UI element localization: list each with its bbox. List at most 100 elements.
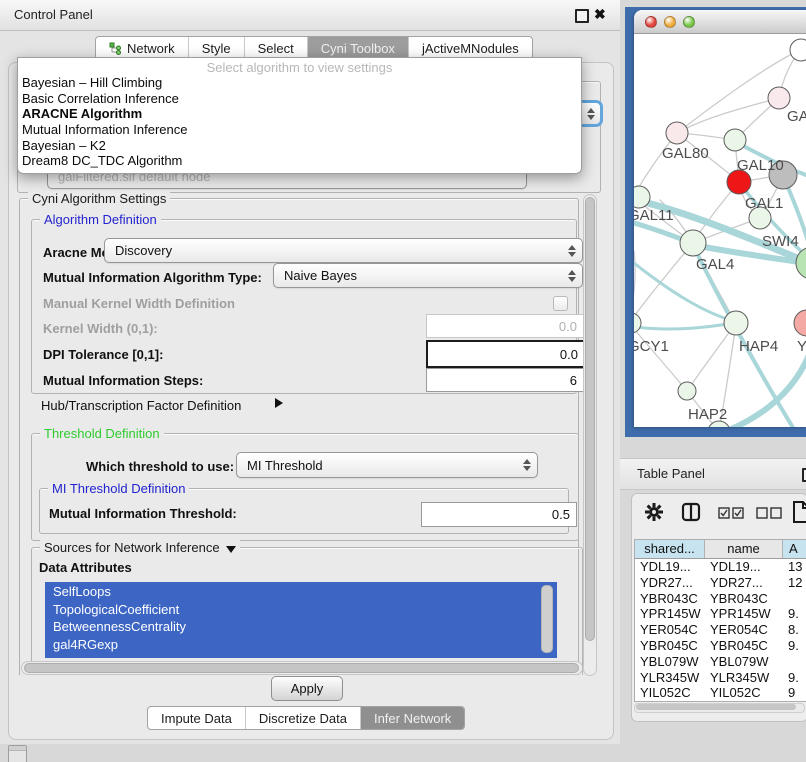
network-edge-highlighted[interactable] — [694, 247, 800, 427]
float-window-icon[interactable] — [802, 468, 806, 482]
column-header-name[interactable]: name — [705, 540, 783, 558]
algorithm-option[interactable]: Dream8 DC_TDC Algorithm — [18, 153, 581, 169]
table-cell[interactable]: 8. — [783, 622, 806, 638]
table-cell[interactable] — [783, 591, 806, 607]
network-node[interactable] — [724, 129, 746, 151]
table-cell[interactable]: YBR043C — [635, 591, 705, 607]
table-cell[interactable]: YBR045C — [635, 638, 705, 654]
table-cell[interactable]: YIL052C — [635, 685, 705, 701]
sources-group-title[interactable]: Sources for Network Inference — [40, 540, 240, 555]
gear-icon[interactable] — [644, 502, 664, 522]
algorithm-option[interactable]: ARACNE Algorithm — [18, 106, 581, 122]
column-header-clipped[interactable]: A — [783, 540, 806, 558]
table-cell[interactable]: YLR345W — [635, 670, 705, 686]
table-row[interactable]: YLR345WYLR345W9. — [635, 670, 806, 686]
table-cell[interactable]: YDL19... — [705, 559, 783, 575]
expand-arrow-icon[interactable] — [275, 398, 283, 408]
network-node[interactable] — [724, 311, 748, 335]
table-cell[interactable]: YBR045C — [705, 638, 783, 654]
table-cell[interactable]: YPR145W — [705, 606, 783, 622]
dpi-tolerance-field[interactable]: 0.0 — [426, 340, 585, 368]
collapsed-panel-icon[interactable] — [8, 745, 27, 762]
table-cell[interactable]: YPR145W — [635, 606, 705, 622]
network-node[interactable] — [666, 122, 688, 144]
mi-type-combo[interactable]: Naive Bayes — [273, 263, 583, 288]
tab-select[interactable]: Select — [244, 37, 307, 59]
table-row[interactable]: YER054CYER054C8. — [635, 622, 806, 638]
which-threshold-combo[interactable]: MI Threshold — [236, 452, 538, 478]
hub-section-label[interactable]: Hub/Transcription Factor Definition — [41, 398, 241, 413]
data-attribute-item[interactable]: SelfLoops — [45, 583, 557, 601]
network-edge[interactable] — [687, 323, 736, 391]
table-cell[interactable]: YBL079W — [705, 654, 783, 670]
settings-hscrollbar[interactable] — [21, 661, 583, 675]
split-columns-icon[interactable] — [681, 502, 701, 522]
network-node[interactable] — [796, 247, 806, 279]
table-cell[interactable] — [783, 654, 806, 670]
table-hscrollbar[interactable] — [634, 703, 805, 713]
table-cell[interactable]: YBR043C — [705, 591, 783, 607]
attr-list-scrollbar[interactable] — [541, 585, 553, 653]
tab-network[interactable]: Network — [96, 37, 188, 59]
apply-button[interactable]: Apply — [271, 676, 343, 701]
table-row[interactable]: YIL052CYIL052C9 — [635, 685, 806, 701]
table-cell[interactable]: YDR27... — [635, 575, 705, 591]
manual-kernel-checkbox[interactable] — [553, 296, 568, 311]
mi-steps-field[interactable]: 6 — [426, 368, 584, 392]
table-row[interactable]: YPR145WYPR145W9. — [635, 606, 806, 622]
data-attribute-item[interactable]: TopologicalCoefficient — [45, 601, 557, 619]
aracne-mode-combo[interactable]: Discovery — [104, 238, 583, 263]
document-icon[interactable] — [792, 500, 806, 524]
data-attributes-list[interactable]: SelfLoopsTopologicalCoefficientBetweenne… — [45, 582, 557, 658]
table-cell[interactable]: 9. — [783, 638, 806, 654]
data-attribute-item[interactable]: BetweennessCentrality — [45, 618, 557, 636]
table-hscrollbar-thumb[interactable] — [636, 704, 796, 710]
table-cell[interactable]: YDR27... — [705, 575, 783, 591]
tab-impute-data[interactable]: Impute Data — [148, 707, 245, 729]
close-icon[interactable]: ✖ — [594, 6, 606, 23]
network-edge[interactable] — [634, 243, 693, 323]
close-traffic-light-icon[interactable] — [645, 16, 657, 28]
network-node[interactable] — [768, 87, 790, 109]
settings-hscrollbar-thumb[interactable] — [24, 663, 579, 673]
table-row[interactable]: YDR27...YDR27...12 — [635, 575, 806, 591]
network-edge[interactable] — [634, 323, 687, 391]
table-cell[interactable]: 9. — [783, 670, 806, 686]
mi-threshold-field[interactable]: 0.5 — [421, 502, 577, 527]
table-row[interactable]: YBL079WYBL079W — [635, 654, 806, 670]
select-all-checked-icon[interactable] — [718, 507, 744, 519]
column-header-shared-name[interactable]: shared... — [635, 540, 705, 558]
settings-vscrollbar[interactable] — [583, 194, 597, 676]
algorithm-option[interactable]: Bayesian – K2 — [18, 138, 581, 154]
select-none-icon[interactable] — [756, 507, 782, 519]
tab-jactivemnodules[interactable]: jActiveMNodules — [408, 37, 532, 59]
algorithm-option[interactable]: Basic Correlation Inference — [18, 91, 581, 107]
table-cell[interactable]: YBL079W — [635, 654, 705, 670]
algorithm-option[interactable]: Mutual Information Inference — [18, 122, 581, 138]
table-cell[interactable]: YIL052C — [705, 685, 783, 701]
settings-vscrollbar-thumb[interactable] — [585, 197, 595, 641]
float-window-icon[interactable] — [575, 9, 589, 23]
table-row[interactable]: YBR043CYBR043C — [635, 591, 806, 607]
table-cell[interactable]: YER054C — [635, 622, 705, 638]
minimize-traffic-light-icon[interactable] — [664, 16, 676, 28]
network-window-titlebar[interactable] — [634, 10, 806, 34]
network-node[interactable] — [680, 230, 706, 256]
tab-style[interactable]: Style — [188, 37, 244, 59]
network-node[interactable] — [634, 313, 641, 333]
network-node[interactable] — [790, 39, 806, 61]
network-edge[interactable] — [677, 98, 779, 133]
data-attribute-item[interactable]: gal4RGexp — [45, 636, 557, 654]
table-cell[interactable]: 12 — [783, 575, 806, 591]
network-node[interactable] — [794, 310, 806, 336]
table-cell[interactable]: 13 — [783, 559, 806, 575]
table-row[interactable]: YDL19...YDL19...13 — [635, 559, 806, 575]
table-cell[interactable]: YER054C — [705, 622, 783, 638]
table-row[interactable]: YBR045CYBR045C9. — [635, 638, 806, 654]
tab-discretize-data[interactable]: Discretize Data — [245, 707, 360, 729]
network-edge-highlighted[interactable] — [634, 323, 734, 329]
tab-cyni-toolbox[interactable]: Cyni Toolbox — [307, 37, 408, 59]
zoom-traffic-light-icon[interactable] — [683, 16, 695, 28]
table-cell[interactable]: 9 — [783, 685, 806, 701]
table-cell[interactable]: YDL19... — [635, 559, 705, 575]
